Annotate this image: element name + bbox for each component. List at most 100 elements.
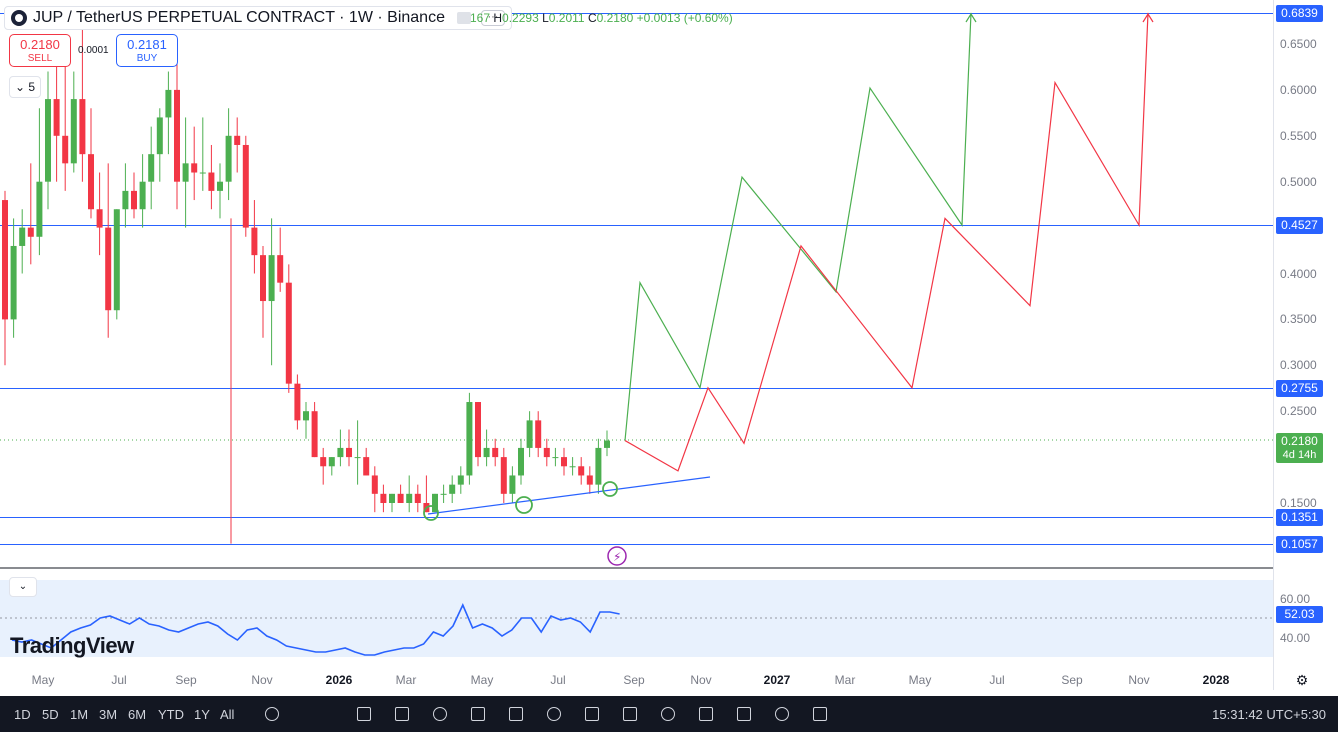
tradingview-watermark: TradingView <box>10 633 134 658</box>
candle-body <box>70 99 77 164</box>
sell-label: SELL <box>27 53 53 64</box>
crosshair-icon-glyph <box>357 707 371 721</box>
eye-icon[interactable] <box>770 702 794 726</box>
price-axis[interactable] <box>1273 0 1338 690</box>
sell-price: 0.2180 <box>20 37 60 52</box>
candle-body <box>165 89 172 118</box>
symbol-legend[interactable]: JUP / TetherUS PERPETUAL CONTRACT · 1W ·… <box>4 6 512 30</box>
candle-body <box>191 163 198 173</box>
candle-body <box>354 457 361 459</box>
measure-icon-glyph <box>661 707 675 721</box>
candle-body <box>260 255 266 302</box>
level-price-badge: 0.2755 <box>1276 379 1323 397</box>
time-tick: Jul <box>550 673 566 687</box>
rsi-collapse-button[interactable]: ⌄ <box>9 577 37 597</box>
time-tick: Sep <box>175 673 197 687</box>
time-tick: Nov <box>690 673 712 687</box>
lines-icon[interactable] <box>504 702 528 726</box>
candle-body <box>595 447 602 485</box>
range-button-1d[interactable]: 1D <box>14 707 31 722</box>
price-tick: 0.3500 <box>1280 312 1317 327</box>
candle-body <box>285 282 292 384</box>
green-projection-path[interactable] <box>624 12 972 441</box>
path-icon[interactable] <box>694 702 718 726</box>
price-chart[interactable]: ⚡ <box>0 0 1338 696</box>
indicator-collapse-button[interactable]: ⌄ 5 <box>9 76 41 98</box>
spread-value: 0.0001 <box>78 45 109 56</box>
candle-body <box>45 99 51 182</box>
buy-button[interactable]: 0.2181 BUY <box>116 34 178 67</box>
range-button-1m[interactable]: 1M <box>70 707 88 722</box>
level-price-badge: 0.6839 <box>1276 4 1323 22</box>
settings-gear-icon[interactable]: ⚙ <box>1294 672 1310 688</box>
price-tick: 0.6000 <box>1280 82 1317 97</box>
candle-body <box>251 227 258 256</box>
time-tick: 2026 <box>325 673 353 687</box>
measure-icon[interactable] <box>656 702 680 726</box>
range-button-ytd[interactable]: YTD <box>158 707 184 722</box>
trend-icon[interactable] <box>390 702 414 726</box>
bottom-toolbar: 15:31:42 UTC+5:30 1D 5D 1M 3M 6M YTD 1Y All <box>0 696 1338 732</box>
hide-icon[interactable] <box>456 12 471 24</box>
symbol-title[interactable]: JUP / TetherUS PERPETUAL CONTRACT · 1W ·… <box>33 9 445 27</box>
date-range-icon-glyph <box>265 707 279 721</box>
arrow-tool-icon[interactable] <box>808 702 832 726</box>
range-button-3m[interactable]: 3M <box>99 707 117 722</box>
candle-body <box>131 190 137 210</box>
candle-body <box>62 135 69 164</box>
range-button-1y[interactable]: 1Y <box>194 707 210 722</box>
candle-body <box>440 493 447 495</box>
ohlc-close-label: C <box>587 11 597 25</box>
candle-body <box>380 493 387 503</box>
candle-body <box>500 457 507 494</box>
candle-body <box>492 447 499 458</box>
time-tick: May <box>908 673 932 687</box>
candle-body <box>449 484 456 494</box>
candle-body <box>328 457 335 467</box>
arrow-tool-icon-glyph <box>813 707 827 721</box>
time-axis[interactable]: May Jul Sep Nov 2026 Mar May Jul Sep Nov 2027 Mar Ma… <box>0 670 1338 690</box>
candle-body <box>10 245 17 320</box>
date-range-icon[interactable] <box>260 702 284 726</box>
fib-icon-glyph <box>433 707 447 721</box>
time-tick: May <box>31 673 55 687</box>
brush-icon[interactable] <box>732 702 756 726</box>
lines-icon-glyph <box>509 707 523 721</box>
candle-body <box>303 411 309 421</box>
range-button-6m[interactable]: 6M <box>128 707 146 722</box>
ohlc-close: 0.2180 <box>596 11 634 25</box>
trend-icon-glyph <box>395 707 409 721</box>
candle-body <box>139 181 146 210</box>
candle-body <box>406 493 413 503</box>
line-icon[interactable] <box>580 702 604 726</box>
candle-body <box>234 135 241 145</box>
range-button-all[interactable]: All <box>220 707 234 722</box>
ohlc-open: 167 <box>470 11 491 25</box>
pattern-icon[interactable] <box>466 702 490 726</box>
candle-body <box>604 440 610 448</box>
support-marker <box>515 496 533 514</box>
text-icon[interactable] <box>542 702 566 726</box>
clock[interactable]: 15:31:42 UTC+5:30 <box>1212 707 1326 722</box>
range-button-5d[interactable]: 5D <box>42 707 59 722</box>
candle-body <box>277 255 284 283</box>
price-tick: 0.5000 <box>1280 174 1317 189</box>
candle-body <box>363 457 370 476</box>
time-tick: Sep <box>1061 673 1083 687</box>
crosshair-icon[interactable] <box>352 702 376 726</box>
sell-button[interactable]: 0.2180 SELL <box>9 34 71 67</box>
support-trendline[interactable] <box>427 476 711 515</box>
candle-body <box>105 227 112 311</box>
ohlc-change: +0.0013 (+0.60%) <box>636 11 733 25</box>
candle-body <box>217 181 223 191</box>
candle-body <box>311 411 318 458</box>
candle-body <box>53 99 60 136</box>
fib-icon[interactable] <box>428 702 452 726</box>
price-tick: 0.2500 <box>1280 404 1317 419</box>
time-tick: Jul <box>111 673 127 687</box>
long-position-icon-glyph <box>623 707 637 721</box>
red-projection-path[interactable] <box>624 12 1149 472</box>
line-icon-glyph <box>585 707 599 721</box>
long-position-icon[interactable] <box>618 702 642 726</box>
buy-label: BUY <box>136 53 158 64</box>
